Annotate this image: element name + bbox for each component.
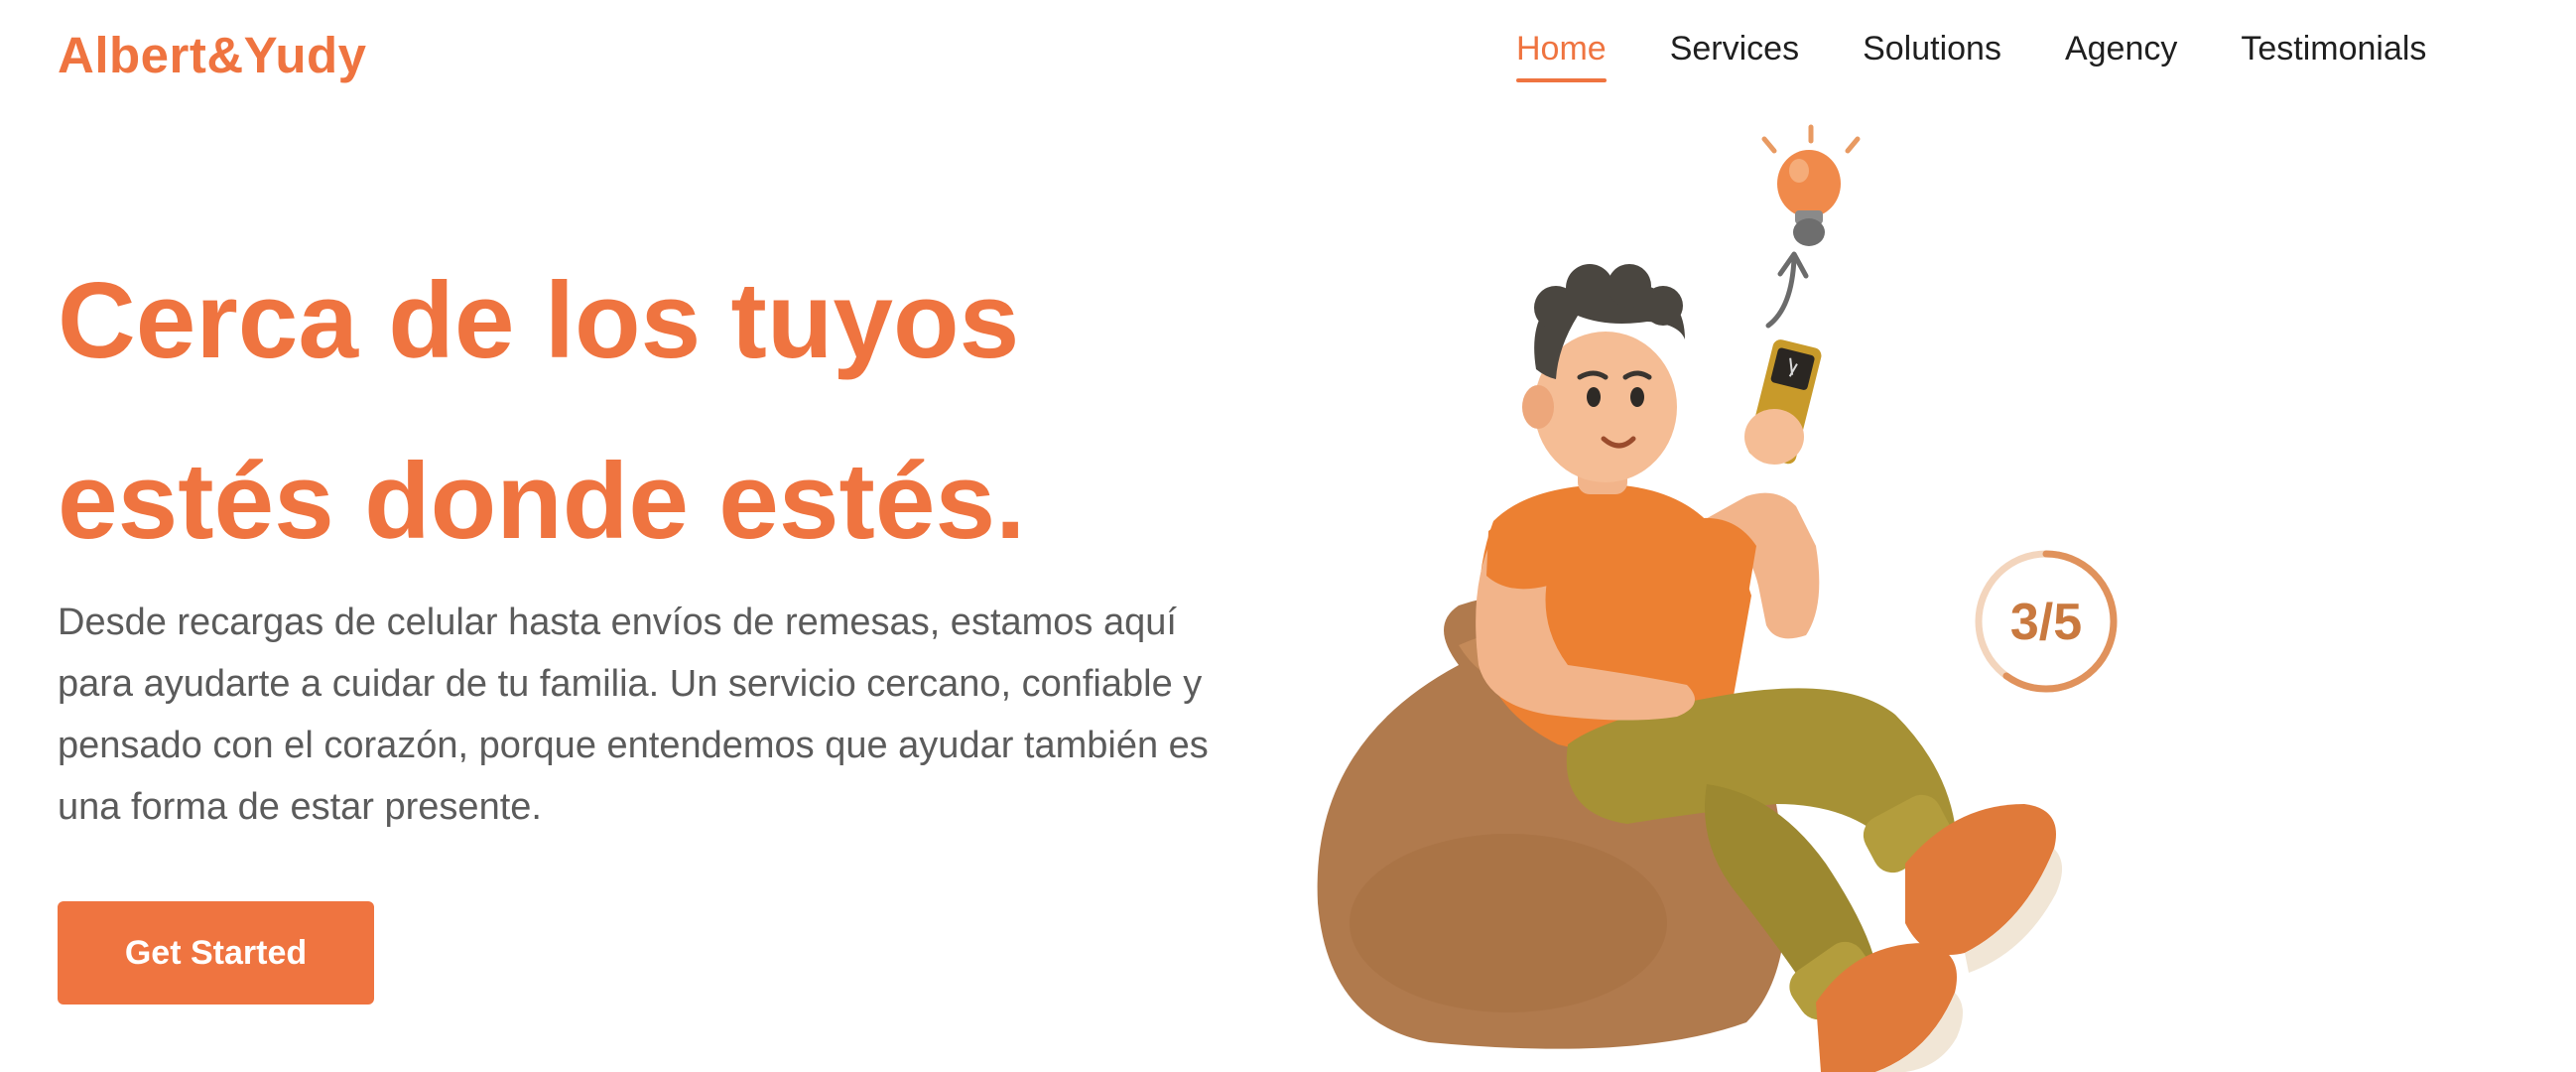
nav-item-home[interactable]: Home (1516, 30, 1607, 82)
lightbulb-icon (1761, 124, 1861, 246)
progress-label: 3/5 (2010, 594, 2082, 651)
nav-item-solutions[interactable]: Solutions (1863, 30, 2001, 82)
main-nav: Home Services Solutions Agency Testimoni… (1516, 30, 2426, 82)
hero-title-line-1: Cerca de los tuyos (58, 260, 1020, 381)
progress-ring: 3/5 (1975, 550, 2118, 693)
hero-illustration: 3/5 (1310, 109, 2262, 1072)
nav-item-testimonials[interactable]: Testimonials (2241, 30, 2426, 82)
site-header: Albert&Yudy Home Services Solutions Agen… (0, 0, 2576, 109)
get-started-button[interactable]: Get Started (58, 901, 374, 1005)
hero-description: Desde recargas de celular hasta envíos d… (58, 602, 1209, 828)
hero-title-line-2: estés donde estés. (58, 441, 1026, 562)
nav-item-agency[interactable]: Agency (2065, 30, 2177, 82)
arrow-up-icon (1765, 251, 1809, 329)
brand-logo[interactable]: Albert&Yudy (58, 26, 367, 84)
hero-title: Cerca de los tuyos estés donde estés. (58, 230, 1288, 592)
nav-item-services[interactable]: Services (1670, 30, 1799, 82)
